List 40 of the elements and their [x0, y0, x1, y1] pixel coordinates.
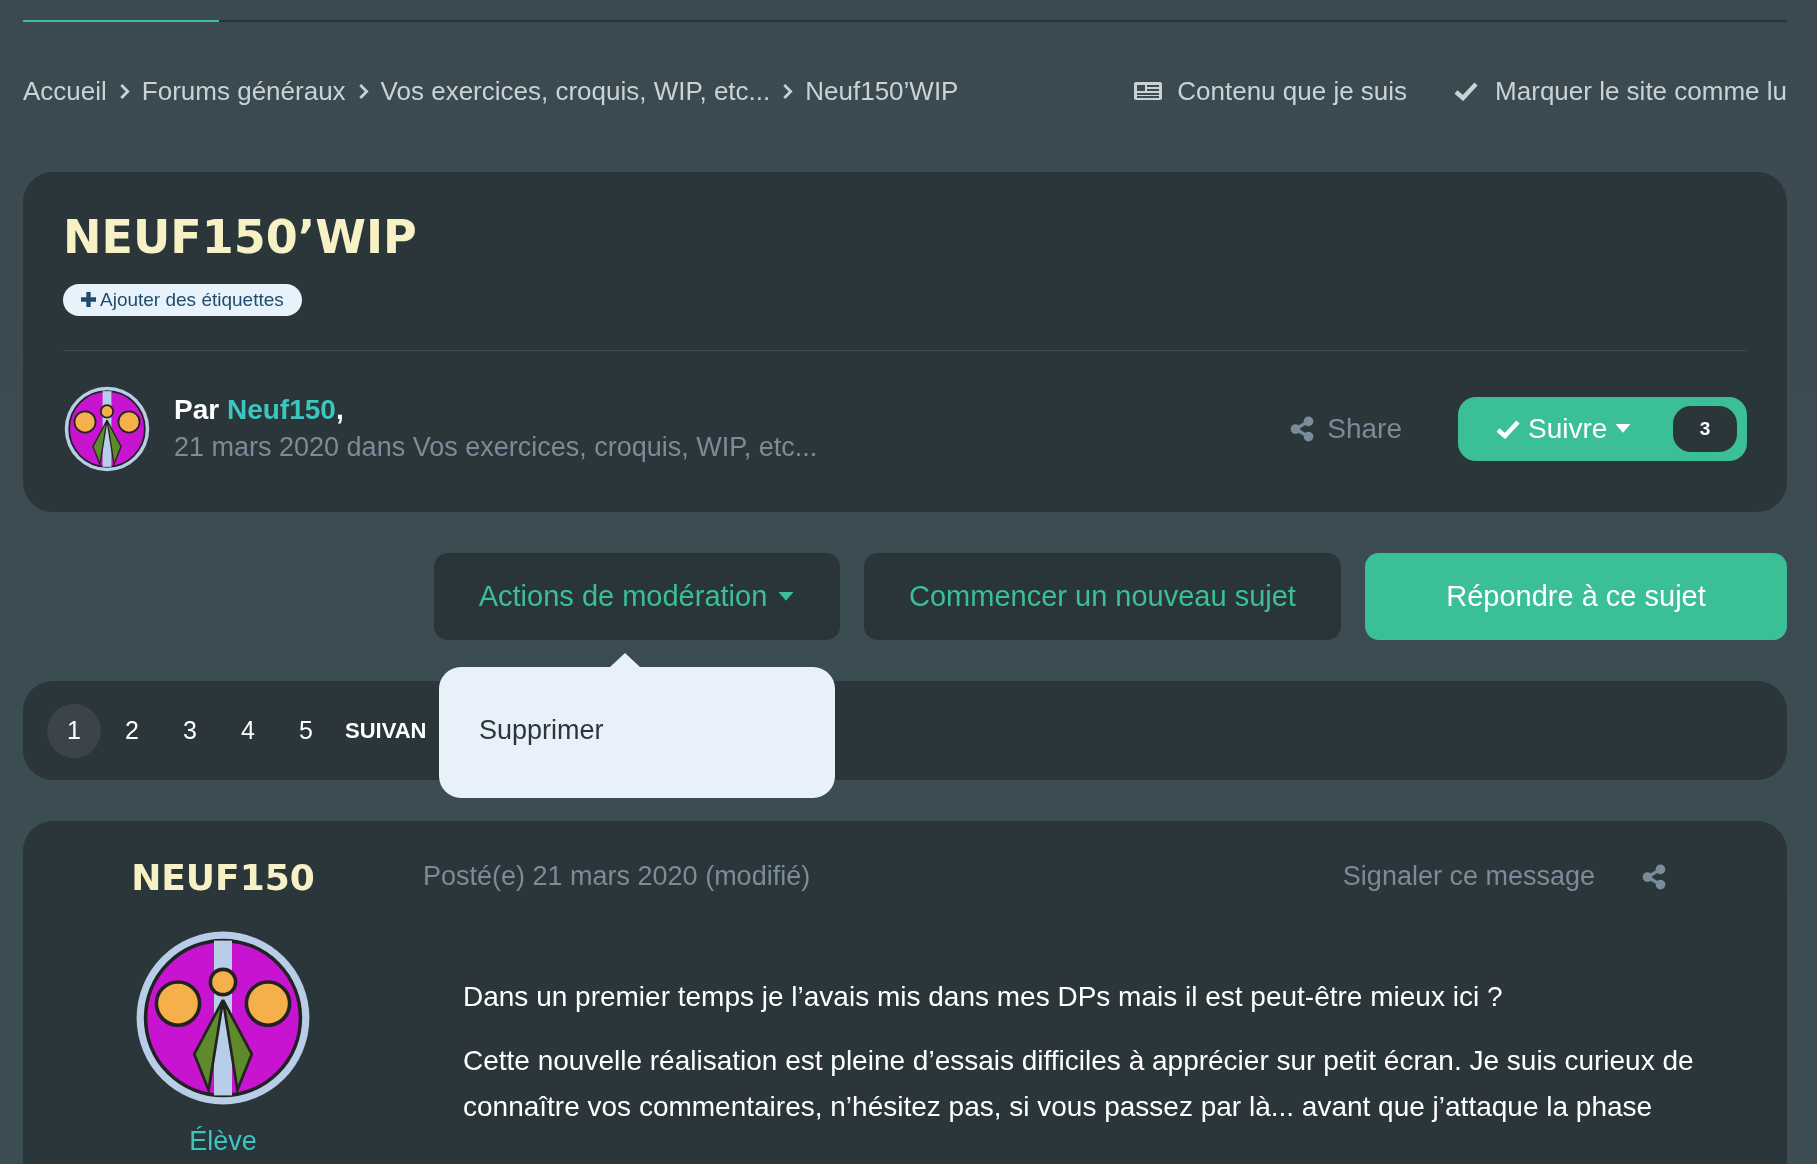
breadcrumb-action[interactable]: Marquer le site comme lu	[1451, 75, 1787, 107]
page-link[interactable]: 5	[279, 703, 333, 758]
caret-icon	[1615, 423, 1632, 434]
member-rank: Élève	[189, 1126, 257, 1157]
add-tags-button[interactable]: Ajouter des étiquettes	[63, 283, 302, 316]
breadcrumb-link[interactable]: Forums généraux	[141, 75, 346, 107]
page-link[interactable]: 1	[47, 703, 101, 758]
breadcrumb-link[interactable]: Accueil	[23, 75, 107, 107]
breadcrumb-link[interactable]: Neuf150’WIP	[805, 75, 959, 107]
chevron-icon	[782, 83, 794, 99]
author-link[interactable]: Neuf150	[226, 394, 336, 426]
page-link[interactable]: 2	[105, 703, 159, 758]
share-icon[interactable]	[1641, 863, 1667, 890]
topic-title: NEUF150’WIP	[63, 209, 418, 266]
breadcrumb-action[interactable]: Contenu que je suis	[1133, 75, 1408, 107]
chevron-icon	[357, 83, 369, 99]
breadcrumb-link[interactable]: Vos exercices, croquis, WIP, etc...	[380, 75, 771, 107]
next-page-link[interactable]: SUIVAN	[345, 717, 427, 744]
check-icon	[1496, 418, 1520, 439]
menu-item[interactable]: Supprimer	[479, 715, 604, 745]
topic-date: 21 mars 2020 dans Vos exercices, croquis, WIP, etc...	[174, 432, 819, 464]
newspaper-icon	[1133, 81, 1164, 101]
follow-button[interactable]: Suivre 3	[1458, 396, 1747, 461]
post-paragraph: Dans un premier temps je l’avais mis dans mes DPs mais il est peut-être mieux ici ?	[463, 980, 1504, 1014]
caret-icon	[777, 591, 796, 602]
post-author: NEUF150	[131, 857, 315, 898]
page-link[interactable]: 4	[221, 703, 275, 758]
follower-count: 3	[1673, 405, 1737, 452]
report-link[interactable]: Signaler ce message	[1342, 861, 1595, 892]
share-link[interactable]: Share	[1289, 412, 1402, 445]
avatar-icon	[63, 384, 151, 473]
plus-icon	[81, 292, 96, 308]
post-paragraph: Cette nouvelle réalisation est pleine d’essais difficiles à apprécier sur petit écran. Je suis curieux de connaître vos commentaires, n’hésitez pas, si vous passez par là... avant que j’attaque la phase	[463, 1044, 1695, 1125]
author-byline: Par Neuf150,	[174, 394, 345, 427]
action-button[interactable]: Commencer un nouveau sujet	[864, 553, 1341, 640]
share-icon	[1289, 415, 1316, 442]
post-date: Posté(e) 21 mars 2020 (modifié)	[423, 861, 812, 892]
action-button[interactable]: Actions de modération	[434, 553, 840, 640]
page-link[interactable]: 3	[163, 703, 217, 758]
chevron-icon	[118, 83, 130, 99]
